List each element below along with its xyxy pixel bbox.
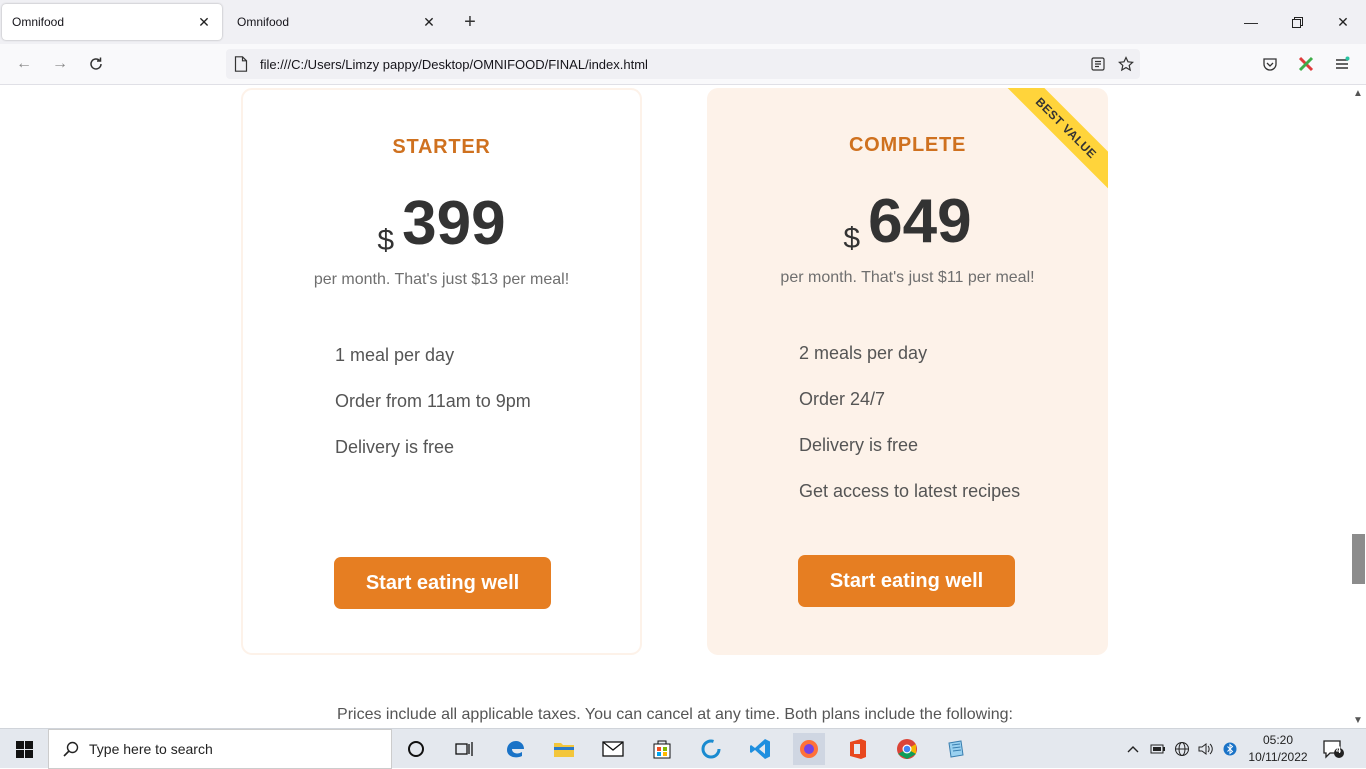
- price-description: per month. That's just $13 per meal!: [313, 271, 570, 288]
- start-eating-well-button[interactable]: Start eating well: [798, 555, 1015, 607]
- search-placeholder: Type here to search: [89, 741, 213, 757]
- vscode-icon[interactable]: [744, 733, 776, 765]
- plan-price: $649: [707, 186, 1108, 257]
- plan-name: COMPLETE: [848, 134, 967, 156]
- plan-name: STARTER: [392, 136, 491, 158]
- show-hidden-icons-chevron-icon[interactable]: [1127, 729, 1139, 769]
- windows-taskbar: Type here to search 05:20 10/11/2022 4: [0, 728, 1366, 769]
- mail-icon[interactable]: [597, 733, 629, 765]
- feature-item: 1 meal per day: [335, 345, 455, 365]
- scrollbar-thumb[interactable]: [1352, 534, 1365, 584]
- price-amount: 649: [868, 187, 972, 256]
- pocket-icon[interactable]: [1260, 54, 1280, 74]
- clock-date: 10/11/2022: [1248, 750, 1308, 764]
- windows-start-icon[interactable]: [0, 729, 48, 769]
- reload-icon[interactable]: [84, 52, 108, 76]
- feature-item: Order 24/7: [799, 389, 886, 409]
- scroll-down-arrow-icon[interactable]: ▼: [1353, 715, 1363, 726]
- store-icon[interactable]: [646, 733, 678, 765]
- feature-item: Get access to latest recipes: [799, 481, 1021, 501]
- minimize-icon[interactable]: —: [1228, 0, 1274, 44]
- address-bar[interactable]: file:///C:/Users/Limzy pappy/Desktop/OMN…: [226, 49, 1140, 79]
- search-icon: [63, 741, 79, 757]
- plan-price: $399: [243, 188, 640, 259]
- plan-features: 1 meal per day Order from 11am to 9pm De…: [335, 345, 531, 483]
- back-arrow-icon[interactable]: ←: [12, 52, 36, 76]
- close-icon[interactable]: ✕: [421, 14, 437, 30]
- navigation-toolbar: ← → file:///C:/Users/Limzy pappy/Desktop…: [0, 44, 1366, 85]
- scroll-up-arrow-icon[interactable]: ▲: [1353, 88, 1363, 99]
- firefox-icon[interactable]: [793, 733, 825, 765]
- battery-icon[interactable]: [1150, 729, 1166, 769]
- browser-tab-bar: Omnifood ✕ Omnifood ✕ + — ✕: [0, 0, 1366, 44]
- pricing-plan-complete: BEST VALUE COMPLETE $649 per month. That…: [707, 88, 1108, 655]
- page-icon: [234, 56, 250, 72]
- notepad-app-icon[interactable]: [940, 733, 972, 765]
- tab-omnifood[interactable]: Omnifood ✕: [227, 4, 447, 40]
- office-icon[interactable]: [842, 733, 874, 765]
- sync-app-icon[interactable]: [695, 733, 727, 765]
- start-eating-well-button[interactable]: Start eating well: [334, 557, 551, 609]
- tab-omnifood-active[interactable]: Omnifood ✕: [2, 4, 222, 40]
- restore-icon[interactable]: [1274, 0, 1320, 44]
- price-description: per month. That's just $11 per meal!: [780, 269, 1035, 286]
- clock-time: 05:20: [1262, 733, 1294, 747]
- url-text[interactable]: file:///C:/Users/Limzy pappy/Desktop/OMN…: [260, 57, 1084, 72]
- vertical-scrollbar[interactable]: ▲ ▼: [1350, 86, 1366, 728]
- file-explorer-icon[interactable]: [548, 733, 580, 765]
- feature-item: 2 meals per day: [799, 343, 928, 363]
- currency-symbol: $: [843, 222, 861, 255]
- new-tab-plus-icon[interactable]: +: [460, 12, 480, 32]
- network-globe-icon[interactable]: [1174, 729, 1190, 769]
- pricing-plan-starter: STARTER $399 per month. That's just $13 …: [241, 88, 642, 655]
- volume-speaker-icon[interactable]: [1197, 729, 1215, 769]
- feature-item: Order from 11am to 9pm: [335, 391, 531, 411]
- page-viewport: STARTER $399 per month. That's just $13 …: [0, 86, 1350, 728]
- bookmark-star-icon[interactable]: [1112, 56, 1140, 72]
- edge-browser-icon[interactable]: [499, 733, 531, 765]
- tab-title: Omnifood: [12, 15, 65, 29]
- bluetooth-icon[interactable]: [1223, 729, 1237, 769]
- chrome-icon[interactable]: [891, 733, 923, 765]
- tab-title: Omnifood: [237, 15, 290, 29]
- feature-item: Delivery is free: [799, 435, 919, 455]
- menu-hamburger-icon[interactable]: [1332, 54, 1352, 74]
- plan-features: 2 meals per day Order 24/7 Delivery is f…: [799, 343, 1020, 527]
- system-clock[interactable]: 05:20 10/11/2022: [1245, 732, 1311, 766]
- extension-icon[interactable]: [1296, 54, 1316, 74]
- task-view-icon[interactable]: [448, 733, 480, 765]
- price-amount: 399: [402, 189, 506, 258]
- notification-count: 4: [1336, 745, 1342, 755]
- window-close-icon[interactable]: ✕: [1320, 0, 1366, 44]
- notifications-icon[interactable]: 4: [1322, 729, 1350, 769]
- taskbar-search-box[interactable]: Type here to search: [48, 729, 392, 769]
- plan-details-text: Prices include all applicable taxes. You…: [337, 706, 1013, 723]
- cortana-icon[interactable]: [400, 733, 432, 765]
- currency-symbol: $: [377, 224, 395, 257]
- feature-item: Delivery is free: [335, 437, 455, 457]
- forward-arrow-icon[interactable]: →: [48, 52, 72, 76]
- reader-view-icon[interactable]: [1084, 57, 1112, 71]
- close-icon[interactable]: ✕: [196, 14, 212, 30]
